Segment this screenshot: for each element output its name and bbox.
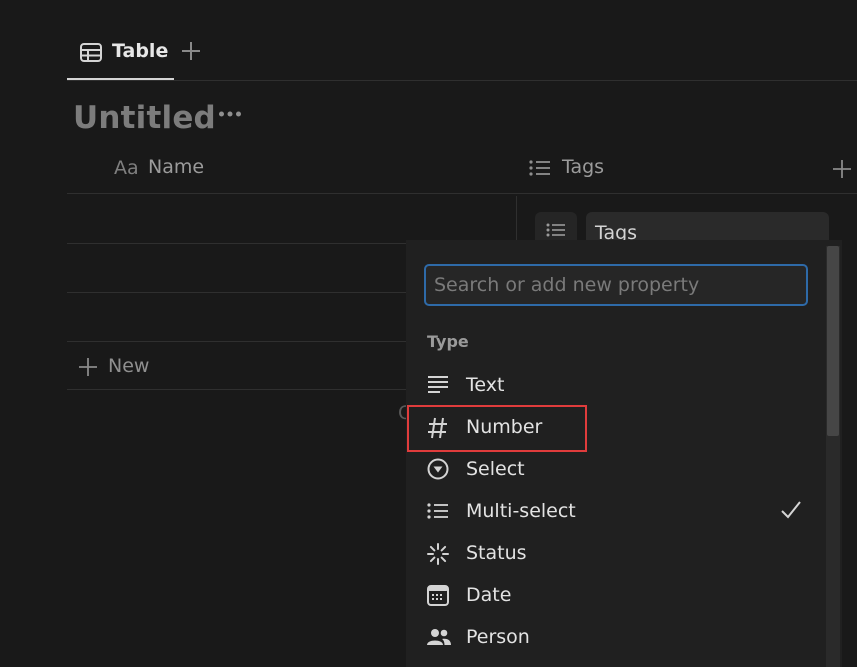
text-lines-icon [427, 375, 449, 393]
panel-divider [516, 196, 517, 246]
people-icon [427, 628, 451, 646]
status-spinner-icon [427, 543, 449, 565]
list-icon [427, 503, 449, 519]
menu-item-multi-select-label: Multi-select [466, 500, 576, 522]
select-circle-icon [427, 458, 449, 480]
new-row-button[interactable]: New [108, 355, 149, 377]
checkmark-icon [780, 500, 802, 520]
page-title[interactable]: Untitled [73, 100, 216, 136]
list-icon [529, 160, 551, 176]
table-row[interactable] [67, 244, 407, 292]
table-icon [80, 43, 102, 62]
menu-section-type: Type [427, 332, 469, 351]
table-row-divider [67, 341, 412, 342]
menu-item-select-label: Select [466, 458, 525, 480]
add-column-plus-icon[interactable] [833, 160, 851, 178]
table-row[interactable] [67, 194, 407, 242]
menu-scrollbar-thumb[interactable] [827, 246, 839, 436]
table-row[interactable] [67, 293, 407, 341]
menu-item-text-label: Text [466, 374, 505, 396]
table-row-divider [67, 389, 412, 390]
tab-table-label: Table [112, 40, 169, 62]
list-icon [546, 223, 566, 237]
add-view-plus-icon[interactable] [181, 41, 201, 61]
column-header-name[interactable]: Name [148, 156, 204, 178]
calendar-icon [427, 585, 449, 606]
text-type-icon: Aa [114, 157, 139, 179]
new-row-plus-icon[interactable] [79, 358, 97, 376]
menu-item-status-label: Status [466, 542, 527, 564]
column-header-tags[interactable]: Tags [562, 156, 604, 178]
menu-item-person-label: Person [466, 626, 530, 648]
number-highlight-box [407, 405, 587, 452]
ellipsis-icon[interactable] [218, 110, 242, 118]
property-search-input[interactable] [424, 264, 808, 306]
menu-item-date-label: Date [466, 584, 512, 606]
tabs-divider [67, 80, 857, 81]
